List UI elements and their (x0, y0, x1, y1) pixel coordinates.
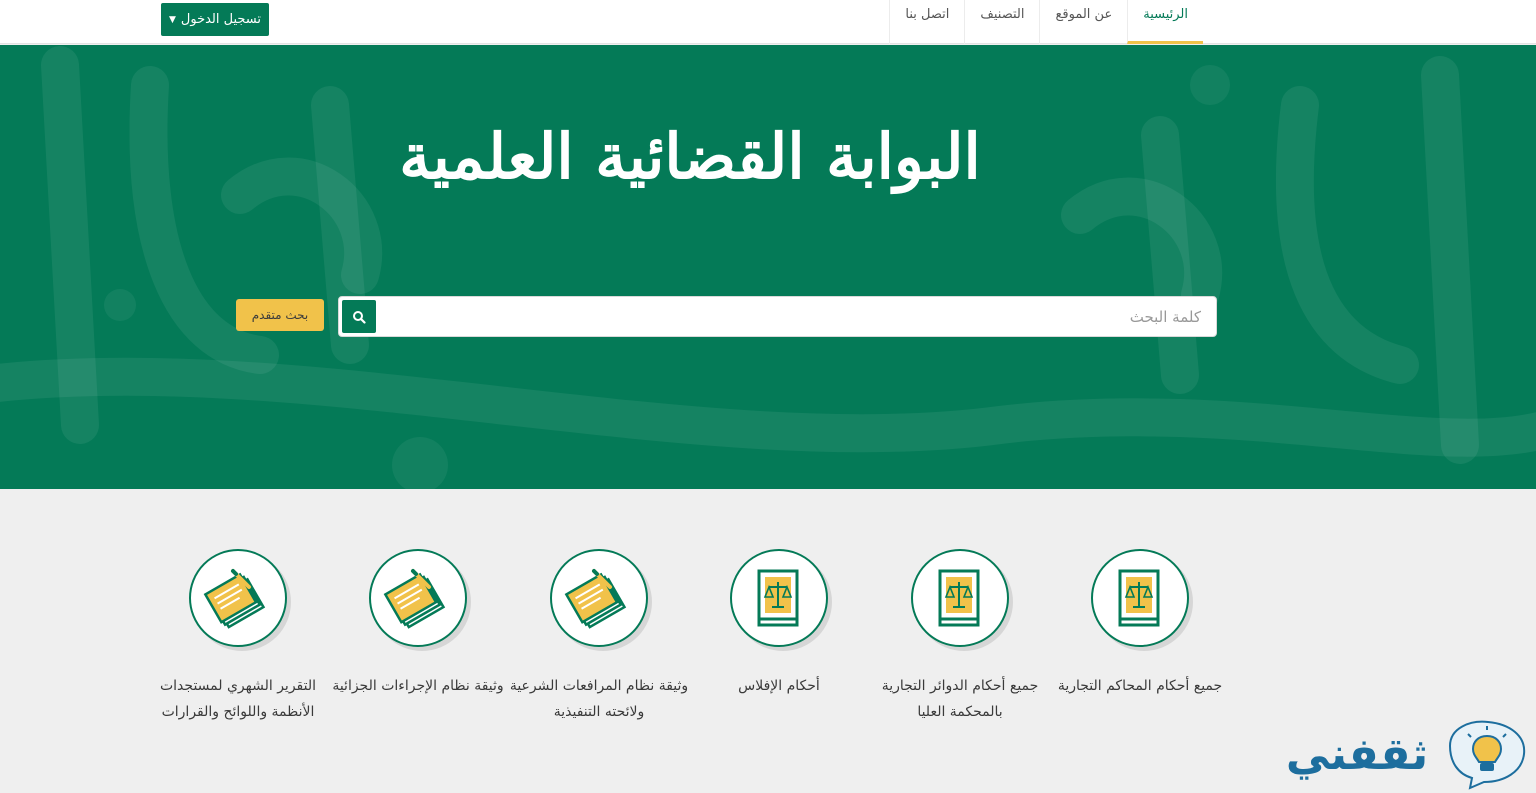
top-navbar: تسجيل الدخول ▼ الرئيسية عن الموقع التصني… (0, 0, 1536, 44)
login-label: تسجيل الدخول (180, 12, 262, 27)
law-book-icon (911, 549, 1009, 647)
site-logo-title: البوابة القضائية العلمية (399, 120, 981, 193)
category-label: جميع أحكام المحاكم التجارية (1057, 678, 1223, 694)
login-dropdown-button[interactable]: تسجيل الدخول ▼ (161, 3, 269, 36)
main-nav: الرئيسية عن الموقع التصنيف اتصل بنا (889, 0, 1203, 44)
category-label: جميع أحكام الدوائر التجارية بالمحكمة الع… (881, 678, 1039, 720)
nav-item-classification[interactable]: التصنيف (964, 0, 1039, 44)
category-label: وثيقة نظام المرافعات الشرعية ولائحته الت… (509, 678, 689, 720)
watermark-text: ثقفني (1285, 729, 1429, 780)
nav-item-contact[interactable]: اتصل بنا (889, 0, 964, 44)
nav-item-home[interactable]: الرئيسية (1127, 0, 1203, 44)
nav-item-about[interactable]: عن الموقع (1039, 0, 1127, 44)
category-tile[interactable]: أحكام الإفلاس (689, 549, 869, 789)
category-tile[interactable]: التقرير الشهري لمستجدات الأنظمة واللوائح… (148, 549, 328, 789)
search-bar (338, 296, 1217, 337)
documents-pen-icon (369, 549, 467, 647)
search-button[interactable] (342, 300, 376, 333)
law-book-icon (1091, 549, 1189, 647)
category-tile[interactable]: وثيقة نظام المرافعات الشرعية ولائحته الت… (509, 549, 689, 789)
documents-pen-icon (189, 549, 287, 647)
category-tile[interactable]: وثيقة نظام الإجراءات الجزائية (328, 549, 508, 789)
category-label: وثيقة نظام الإجراءات الجزائية (332, 678, 504, 694)
advanced-search-label: بحث متقدم (251, 308, 309, 322)
chevron-down-icon: ▼ (168, 14, 176, 25)
category-label: أحكام الإفلاس (738, 678, 820, 694)
lightbulb-icon (1448, 720, 1526, 790)
nav-item-label: اتصل بنا (905, 7, 950, 22)
law-book-icon (730, 549, 828, 647)
category-label: التقرير الشهري لمستجدات الأنظمة واللوائح… (159, 678, 317, 720)
nav-item-label: الرئيسية (1143, 7, 1188, 22)
watermark-logo: ثقفني (1272, 712, 1536, 793)
hero-banner: البوابة القضائية العلمية بحث متقدم (0, 45, 1536, 489)
nav-item-label: عن الموقع (1055, 7, 1113, 22)
search-icon (353, 310, 366, 324)
nav-item-label: التصنيف (980, 7, 1025, 22)
search-input[interactable] (379, 297, 1215, 336)
documents-pen-icon (550, 549, 648, 647)
category-tile[interactable]: جميع أحكام المحاكم التجارية (1050, 549, 1230, 789)
category-tile[interactable]: جميع أحكام الدوائر التجارية بالمحكمة الع… (870, 549, 1050, 789)
advanced-search-button[interactable]: بحث متقدم (236, 299, 324, 331)
